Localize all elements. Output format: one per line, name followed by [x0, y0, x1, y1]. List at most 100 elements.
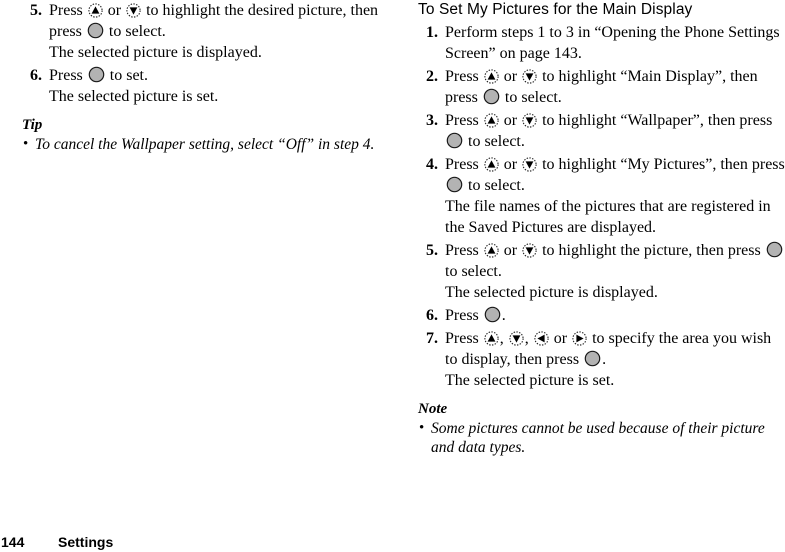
center-select-key-icon[interactable] — [87, 22, 104, 39]
step-item: 3. Press or to highlight “Wallpaper”, th… — [418, 110, 785, 152]
step-number: 3. — [426, 112, 438, 129]
center-select-key-icon[interactable] — [766, 241, 783, 258]
dpad-down-icon[interactable] — [522, 157, 537, 172]
left-column: 5. Press or to highlight the desired pic… — [22, 0, 389, 154]
step-text-fragment: or — [499, 68, 522, 85]
step-text: Press or to highlight “My Pictures”, the… — [445, 154, 785, 196]
dpad-down-icon[interactable] — [509, 331, 524, 346]
tip-text: To cancel the Wallpaper setting, select … — [35, 136, 375, 153]
step-item: 6. Press . — [418, 305, 785, 326]
dpad-left-icon[interactable] — [534, 331, 549, 346]
tip-heading: Tip — [22, 117, 43, 133]
step-text-fragment: to set. — [105, 67, 148, 84]
step-text-fragment: Press — [445, 112, 483, 129]
dpad-down-icon[interactable] — [522, 69, 537, 84]
step-text-fragment: to highlight “Wallpaper”, then press — [538, 112, 773, 129]
page-title: To Set My Pictures for the Main Display — [418, 1, 693, 18]
dpad-up-icon[interactable] — [484, 331, 499, 346]
list-item: • To cancel the Wallpaper setting, select… — [22, 135, 389, 154]
step-item: 4. Press or to highlight “My Pictures”, … — [418, 154, 785, 238]
step-number: 6. — [426, 307, 438, 324]
center-select-key-icon[interactable] — [483, 88, 500, 105]
step-number: 6. — [30, 67, 42, 84]
step-text-fragment: to select. — [464, 133, 525, 150]
dpad-up-icon[interactable] — [484, 69, 499, 84]
step-result-text: The selected picture is set. — [49, 88, 219, 105]
list-item: • Some pictures cannot be used because of… — [418, 419, 785, 457]
center-select-key-icon[interactable] — [88, 66, 105, 83]
note-text: Some pictures cannot be used because of … — [431, 420, 765, 456]
bullet-marker: • — [23, 136, 29, 152]
step-text-fragment: or — [549, 330, 572, 347]
step-text: Press or to highlight the picture, then … — [445, 240, 785, 282]
step-item: 5. Press or to highlight the desired pic… — [22, 0, 389, 63]
note-heading: Note — [418, 401, 448, 417]
step-number: 5. — [426, 242, 438, 259]
step-number: 5. — [30, 2, 42, 19]
step-result-text: The selected picture is set. — [445, 372, 615, 389]
step-text: Perform steps 1 to 3 in “Opening the Pho… — [445, 24, 780, 62]
right-column: To Set My Pictures for the Main Display … — [418, 0, 785, 457]
running-title: Settings — [58, 534, 114, 550]
step-number: 2. — [426, 68, 438, 85]
dpad-right-icon[interactable] — [572, 331, 587, 346]
step-text-fragment: , — [499, 330, 508, 347]
step-text-fragment: Press — [49, 2, 87, 19]
step-text: Press or to highlight “Main Display”, th… — [445, 66, 785, 108]
step-item: 6. Press to set. The selected picture is… — [22, 65, 389, 107]
page-number: 144 — [1, 534, 25, 550]
step-text-fragment: Press — [445, 330, 483, 347]
step-text-fragment: Press — [445, 156, 483, 173]
dpad-up-icon[interactable] — [484, 113, 499, 128]
step-text-fragment: , — [524, 330, 533, 347]
step-text-fragment: Press — [445, 307, 483, 324]
bullet-marker: • — [419, 420, 425, 436]
right-steps-list: 1. Perform steps 1 to 3 in “Opening the … — [418, 22, 785, 391]
step-text: Press to set. — [49, 65, 389, 86]
step-text-fragment: or — [499, 242, 522, 259]
dpad-up-icon[interactable] — [484, 243, 499, 258]
step-text-fragment: to highlight “My Pictures”, then press — [538, 156, 785, 173]
dpad-up-icon[interactable] — [88, 3, 103, 18]
step-item: 5. Press or to highlight the picture, th… — [418, 240, 785, 303]
step-item: 7. Press , , or to specify the area you … — [418, 328, 785, 391]
step-result-text: The selected picture is displayed. — [49, 44, 262, 61]
step-text: Press or to highlight “Wallpaper”, then … — [445, 110, 785, 152]
step-text-fragment: or — [103, 2, 126, 19]
step-result-text: The selected picture is displayed. — [445, 284, 658, 301]
dpad-down-icon[interactable] — [126, 3, 141, 18]
step-text-fragment: Press — [445, 68, 483, 85]
manual-page: 5. Press or to highlight the desired pic… — [0, 0, 785, 552]
step-text-fragment: . — [501, 307, 506, 324]
step-result-text: The file names of the pictures that are … — [445, 198, 771, 236]
center-select-key-icon[interactable] — [584, 350, 601, 367]
step-text-fragment: to select. — [500, 89, 562, 106]
step-item: 1. Perform steps 1 to 3 in “Opening the … — [418, 22, 785, 64]
step-text-fragment: or — [499, 112, 522, 129]
step-text: Press . — [445, 305, 785, 326]
tip-bullet-list: • To cancel the Wallpaper setting, select… — [22, 135, 389, 154]
step-number: 4. — [426, 156, 438, 173]
step-number: 7. — [426, 330, 438, 347]
left-steps-list: 5. Press or to highlight the desired pic… — [22, 0, 389, 107]
step-text-fragment: to select. — [445, 263, 502, 280]
step-text-fragment: to select. — [104, 23, 166, 40]
page-footer: 144 Settings — [0, 526, 785, 552]
step-text-fragment: . — [602, 351, 607, 368]
dpad-up-icon[interactable] — [484, 157, 499, 172]
note-bullet-list: • Some pictures cannot be used because of… — [418, 419, 785, 457]
dpad-down-icon[interactable] — [522, 243, 537, 258]
step-text-fragment: or — [499, 156, 522, 173]
center-select-key-icon[interactable] — [484, 306, 501, 323]
step-text: Press , , or to specify the area you wis… — [445, 328, 785, 370]
step-text-fragment: Press — [445, 242, 483, 259]
step-text-fragment: to highlight the picture, then press — [538, 242, 765, 259]
dpad-down-icon[interactable] — [522, 113, 537, 128]
step-text-fragment: Press — [49, 67, 87, 84]
step-text-fragment: to select. — [464, 177, 525, 194]
step-text: Press or to highlight the desired pictur… — [49, 0, 389, 42]
center-select-key-icon[interactable] — [446, 176, 463, 193]
step-item: 2. Press or to highlight “Main Display”,… — [418, 66, 785, 108]
step-number: 1. — [426, 24, 438, 41]
center-select-key-icon[interactable] — [446, 132, 463, 149]
